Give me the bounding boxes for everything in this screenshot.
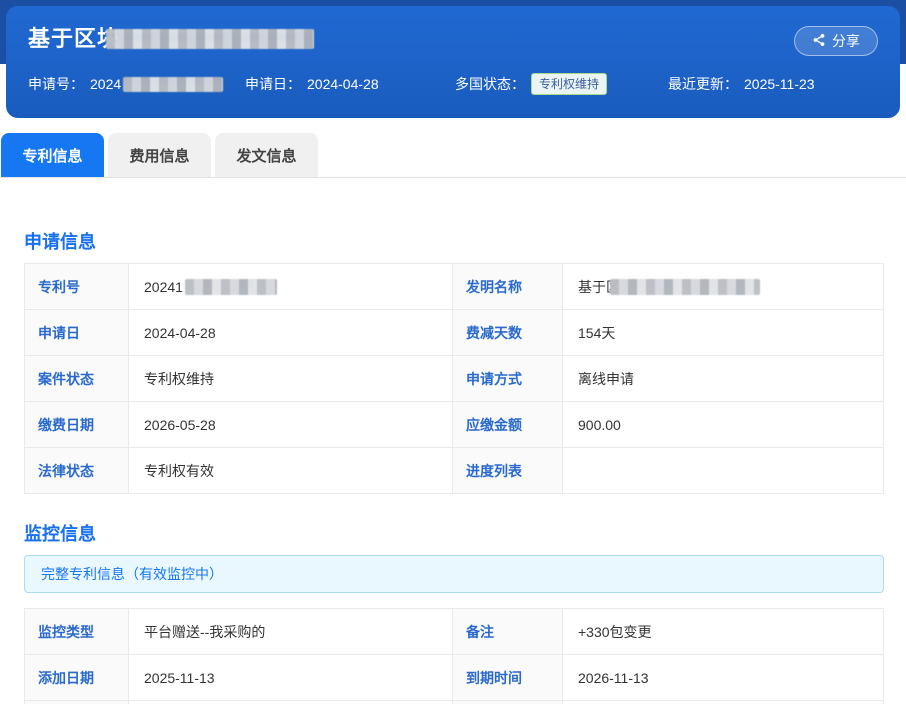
- field-label: 法律状态: [25, 448, 128, 493]
- field-value: 离线申请: [563, 356, 883, 401]
- monitor-notice-bar: 完整专利信息（有效监控中）: [24, 555, 884, 593]
- field-label: 案件状态: [25, 356, 128, 401]
- status-badge: 专利权维持: [531, 73, 607, 95]
- field-value: 2025-11-13: [129, 655, 452, 700]
- field-value: 2024-04-28: [129, 310, 452, 355]
- field-label: 专利号: [25, 264, 128, 309]
- field-value: 基于区: [563, 264, 883, 309]
- field-value: 20241: [129, 264, 452, 309]
- redacted-invention-name: [610, 279, 760, 295]
- field-label: 费减天数: [453, 310, 562, 355]
- field-label: 到期时间: [453, 655, 562, 700]
- field-value: 平台赠送--我采购的: [129, 609, 452, 654]
- tab-document-info[interactable]: 发文信息: [215, 133, 318, 177]
- field-label: 添加日期: [25, 655, 128, 700]
- field-label: 进度列表: [453, 448, 562, 493]
- monitor-info-table: 监控类型 平台赠送--我采购的 备注 +330包变更 添加日期 2025-11-…: [24, 608, 884, 704]
- tab-bar: 专利信息 费用信息 发文信息: [0, 133, 906, 178]
- field-label: 申请方式: [453, 356, 562, 401]
- field-label: 监控类型: [25, 609, 128, 654]
- application-number-value: 2024: [90, 76, 121, 92]
- main-content: 申请信息 专利号 20241 发明名称 基于区 申请日 2024-04-28 费…: [0, 230, 906, 704]
- field-label: 应缴金额: [453, 402, 562, 447]
- field-value: [563, 448, 883, 493]
- share-button-label: 分享: [832, 31, 860, 51]
- share-icon: [812, 33, 826, 50]
- monitor-section-title: 监控信息: [24, 522, 884, 547]
- header-card: 基于区块 分享 申请号： 2024 申请日： 2024-04-28 多国状态：: [6, 6, 900, 118]
- field-value: 154天: [563, 310, 883, 355]
- field-label: 备注: [453, 609, 562, 654]
- tab-patent-info[interactable]: 专利信息: [1, 133, 104, 177]
- last-updated-label: 最近更新：: [668, 74, 738, 94]
- application-date-value: 2024-04-28: [307, 76, 379, 92]
- application-number-label: 申请号：: [28, 74, 84, 94]
- field-value: 专利权有效: [129, 448, 452, 493]
- field-label: 发明名称: [453, 264, 562, 309]
- application-section-title: 申请信息: [24, 230, 884, 255]
- field-value: 2026-05-28: [129, 402, 452, 447]
- redacted-patent-number: [185, 279, 277, 295]
- multi-country-status-label: 多国状态：: [455, 74, 525, 94]
- application-info-table: 专利号 20241 发明名称 基于区 申请日 2024-04-28 费减天数 1…: [24, 263, 884, 494]
- application-date-label: 申请日：: [245, 74, 301, 94]
- field-value: 专利权维持: [129, 356, 452, 401]
- redacted-title: [106, 29, 314, 49]
- redacted-application-number: [123, 77, 223, 92]
- last-updated-value: 2025-11-23: [744, 76, 815, 92]
- tab-fee-info[interactable]: 费用信息: [108, 133, 211, 177]
- field-label: 申请日: [25, 310, 128, 355]
- field-value: 2026-11-13: [563, 655, 883, 700]
- field-label: 缴费日期: [25, 402, 128, 447]
- field-value: 900.00: [563, 402, 883, 447]
- header-meta-row: 申请号： 2024 申请日： 2024-04-28 多国状态： 专利权维持 最近…: [28, 73, 878, 95]
- share-button[interactable]: 分享: [794, 26, 878, 56]
- page-header: 基于区块 分享 申请号： 2024 申请日： 2024-04-28 多国状态：: [0, 0, 906, 118]
- field-value: +330包变更: [563, 609, 883, 654]
